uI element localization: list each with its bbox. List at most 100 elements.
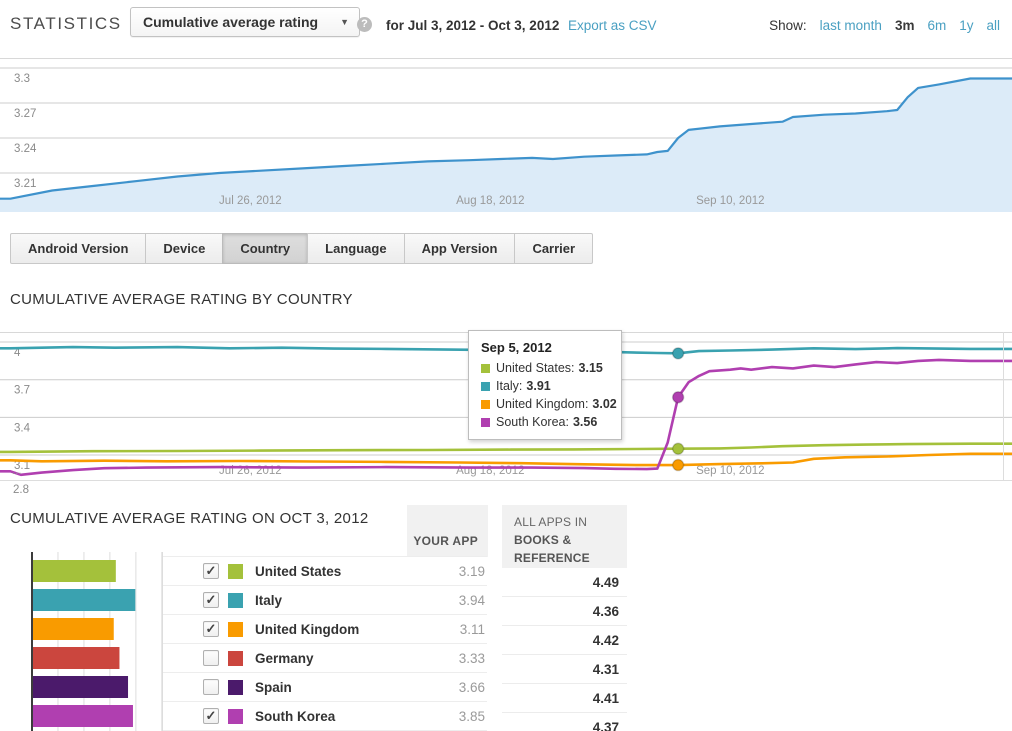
section-title-by-country: CUMULATIVE AVERAGE RATING BY COUNTRY [10, 291, 353, 308]
all-apps-value-united-kingdom: 4.42 [502, 626, 627, 655]
color-swatch-united-kingdom [228, 622, 243, 637]
table-row-germany: Germany 3.33 [163, 644, 487, 673]
marker-dot-italy [673, 348, 684, 359]
all-apps-value-south-korea: 4.37 [502, 713, 627, 731]
bar-united-kingdom [33, 618, 114, 640]
legend-swatch-south-korea [481, 418, 490, 427]
all-apps-header-line3: REFERENCE [514, 549, 627, 567]
chevron-down-icon: ▼ [340, 17, 349, 27]
statistics-page: STATISTICS Cumulative average rating ▼ ?… [0, 0, 1012, 731]
overall-rating-chart[interactable]: 3.33.273.243.21Jul 26, 2012Aug 18, 2012S… [0, 58, 1012, 212]
all-apps-values: 4.494.364.424.314.414.37 [502, 568, 627, 731]
your-app-value: 3.19 [459, 564, 487, 579]
bar-italy [33, 589, 135, 611]
show-option-3m[interactable]: 3m [895, 18, 915, 33]
tooltip-country-value: 3.15 [579, 361, 603, 375]
tab-language[interactable]: Language [307, 233, 404, 264]
your-app-value: 3.66 [459, 680, 487, 695]
checkbox-united-kingdom[interactable]: ✓ [203, 621, 219, 637]
series-line-united-states [0, 444, 1012, 452]
y-tick-label: 3.3 [14, 73, 30, 85]
show-option-last-month[interactable]: last month [820, 18, 882, 33]
your-app-value: 3.33 [459, 651, 487, 666]
bar-germany [33, 647, 119, 669]
color-swatch-germany [228, 651, 243, 666]
your-app-column-header: YOUR APP [407, 505, 488, 557]
all-apps-value-germany: 4.31 [502, 655, 627, 684]
table-row-spain: Spain 3.66 [163, 673, 487, 702]
show-label: Show: [769, 18, 807, 33]
tooltip-country-label: Italy: [496, 379, 522, 393]
country-label: Germany [255, 651, 314, 666]
color-swatch-spain [228, 680, 243, 695]
country-label: South Korea [255, 709, 335, 724]
checkbox-italy[interactable]: ✓ [203, 592, 219, 608]
tooltip-row-united-kingdom: United Kingdom:3.02 [481, 397, 613, 411]
date-range-label: for Jul 3, 2012 - Oct 3, 2012 [386, 18, 559, 33]
table-row-italy: ✓ Italy 3.94 [163, 586, 487, 615]
tooltip-row-united-states: United States: 3.15 [481, 361, 613, 375]
all-apps-column-header: ALL APPS IN BOOKS & REFERENCE [502, 505, 627, 568]
checkbox-united-states[interactable]: ✓ [203, 563, 219, 579]
y-tick-label: 3.24 [14, 143, 37, 155]
table-row-south-korea: ✓ South Korea 3.85 [163, 702, 487, 731]
tooltip-date: Sep 5, 2012 [481, 340, 613, 355]
country-label: United States [255, 564, 341, 579]
x-tick-label: Sep 10, 2012 [696, 195, 764, 207]
all-apps-header-line2: BOOKS & [514, 531, 627, 549]
tooltip-country-value: 3.02 [592, 397, 616, 411]
legend-swatch-united-states [481, 364, 490, 373]
all-apps-header-line1: ALL APPS IN [514, 513, 627, 531]
country-label: United Kingdom [255, 622, 359, 637]
metric-dropdown-value: Cumulative average rating [143, 14, 318, 30]
tab-device[interactable]: Device [145, 233, 223, 264]
tab-country[interactable]: Country [222, 233, 308, 264]
y-axis-tick-2-8: 2.8 [13, 484, 29, 496]
your-app-value: 3.85 [459, 709, 487, 724]
your-app-value: 3.11 [460, 622, 487, 637]
section-title-on-date: CUMULATIVE AVERAGE RATING ON OCT 3, 2012 [10, 510, 368, 527]
x-tick-label: Aug 18, 2012 [456, 195, 524, 207]
tab-app-version[interactable]: App Version [404, 233, 516, 264]
all-apps-value-spain: 4.41 [502, 684, 627, 713]
checkbox-germany[interactable] [203, 650, 219, 666]
tooltip-row-south-korea: South Korea:3.56 [481, 415, 613, 429]
x-tick-label: Jul 26, 2012 [219, 195, 282, 207]
country-label: Spain [255, 680, 292, 695]
bar-south-korea [33, 705, 133, 727]
dimension-tabs: Android VersionDeviceCountryLanguageApp … [10, 233, 593, 264]
metric-dropdown[interactable]: Cumulative average rating ▼ [130, 7, 360, 37]
show-option-1y[interactable]: 1y [959, 18, 973, 33]
all-apps-value-united-states: 4.49 [502, 568, 627, 597]
help-icon[interactable]: ? [357, 17, 372, 32]
country-label: Italy [255, 593, 282, 608]
country-bar-chart [20, 550, 180, 731]
checkbox-spain[interactable] [203, 679, 219, 695]
marker-dot-united-kingdom [673, 460, 684, 471]
y-tick-label: 3.7 [14, 385, 30, 397]
area-fill [0, 79, 1012, 213]
color-swatch-south-korea [228, 709, 243, 724]
chart-tooltip: Sep 5, 2012 United States:3.15Italy:3.91… [468, 330, 622, 440]
table-row-united-kingdom: ✓ United Kingdom 3.11 [163, 615, 487, 644]
export-csv-link[interactable]: Export as CSV [568, 18, 657, 33]
tab-android-version[interactable]: Android Version [10, 233, 146, 264]
legend-swatch-united-kingdom [481, 400, 490, 409]
show-options: last month 3m 6m 1y all [820, 18, 1000, 33]
y-tick-label: 3.21 [14, 178, 36, 190]
show-option-all[interactable]: all [986, 18, 1000, 33]
tooltip-rows: United States:3.15Italy:3.91United Kingd… [481, 361, 613, 429]
bar-spain [33, 676, 128, 698]
tab-carrier[interactable]: Carrier [514, 233, 593, 264]
country-table: ✓ United States 3.19 ✓ Italy 3.94 ✓ United King… [163, 556, 487, 731]
legend-swatch-italy [481, 382, 490, 391]
tooltip-country-label: United States: [496, 361, 575, 375]
show-option-6m[interactable]: 6m [927, 18, 946, 33]
all-apps-value-italy: 4.36 [502, 597, 627, 626]
checkbox-south-korea[interactable]: ✓ [203, 708, 219, 724]
show-controls: Show: last month 3m 6m 1y all [769, 18, 1000, 33]
bar-united-states [33, 560, 116, 582]
tooltip-country-value: 3.56 [573, 415, 597, 429]
your-app-value: 3.94 [459, 593, 487, 608]
y-tick-label: 3.4 [14, 422, 31, 434]
